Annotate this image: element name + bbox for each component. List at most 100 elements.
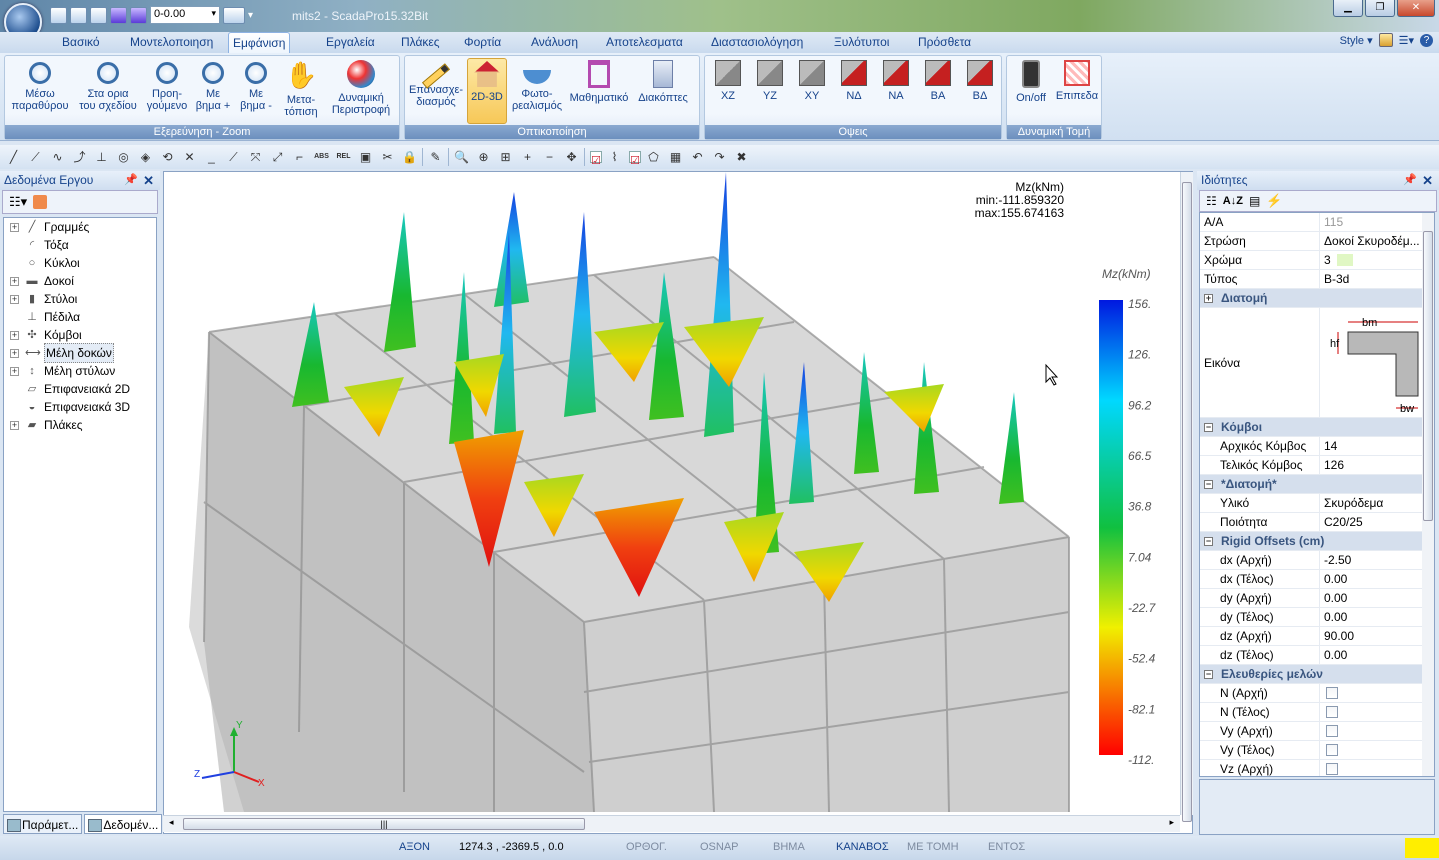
spline-icon[interactable]: ∿ <box>48 148 67 167</box>
diamond-icon[interactable]: ◈ <box>136 148 155 167</box>
property-row[interactable]: Ποιότητα C20/25 <box>1200 513 1434 532</box>
tree-item[interactable]: ▱ Επιφανειακά 2D <box>4 380 156 398</box>
zoom-previous-button[interactable]: Προη-γούμενο <box>143 58 191 124</box>
property-row[interactable]: dy (Τέλος) 0.00 <box>1200 608 1434 627</box>
tab-9[interactable]: Ξυλότυποι <box>830 32 893 53</box>
property-value[interactable] <box>1320 684 1434 702</box>
property-row[interactable]: Vz (Αρχή) <box>1200 760 1434 776</box>
property-category[interactable]: − Rigid Offsets (cm) <box>1200 532 1434 551</box>
redraw-pencil-button[interactable]: Επανασχε-διασμός <box>407 58 465 124</box>
view-4-button[interactable]: ΝΑ <box>877 58 915 124</box>
category-toggle-icon[interactable]: − <box>1204 669 1213 679</box>
ABS-icon[interactable]: ABS <box>312 148 331 167</box>
properties-scroll-thumb[interactable] <box>1423 231 1433 521</box>
property-value[interactable]: 14 <box>1320 437 1434 455</box>
release-checkbox[interactable] <box>1326 725 1338 737</box>
refresh-icon[interactable] <box>33 195 48 209</box>
horizontal-scroll-thumb[interactable]: ||| <box>183 818 585 830</box>
scale-icon[interactable]: ⤢ <box>268 148 287 167</box>
house-3d-button[interactable]: 2D-3D <box>467 58 507 124</box>
math-model-button[interactable]: Μαθηματικό <box>567 58 631 124</box>
zoom-in-button[interactable]: Με βημα + <box>193 58 233 124</box>
category-toggle-icon[interactable]: + <box>1204 293 1213 303</box>
style-menu[interactable]: Style ▾ <box>1340 34 1373 47</box>
snap-corner-icon[interactable]: ⌐ <box>290 148 309 167</box>
vertical-scroll-thumb[interactable] <box>1182 182 1192 822</box>
zoom-plus-icon[interactable]: ⊕ <box>474 148 493 167</box>
eye-icon[interactable] <box>223 6 245 24</box>
property-category[interactable]: − Ελευθερίες μελών <box>1200 665 1434 684</box>
undo-icon[interactable]: ↶ <box>688 148 707 167</box>
lock-icon[interactable] <box>1378 33 1393 47</box>
zoom-in-icon[interactable]: + <box>518 148 537 167</box>
tab-2[interactable]: Εμφάνιση <box>228 32 291 53</box>
lock-icon[interactable]: 🔒 <box>400 148 419 167</box>
zoom-out-icon[interactable]: − <box>540 148 559 167</box>
tree-item[interactable]: + ▮ Στύλοι <box>4 290 156 308</box>
property-row[interactable]: Υλικό Σκυρόδεμα <box>1200 494 1434 513</box>
property-category[interactable]: + Διατομή <box>1200 289 1434 308</box>
category-toggle-icon[interactable]: − <box>1204 536 1213 546</box>
property-value[interactable] <box>1320 722 1434 740</box>
check-icon[interactable]: ☑ <box>590 151 602 167</box>
property-value[interactable] <box>1320 760 1434 776</box>
property-row[interactable]: Στρώση Δοκοί Σκυροδέμ... <box>1200 232 1434 251</box>
property-row[interactable]: dy (Αρχή) 0.00 <box>1200 589 1434 608</box>
tree-item[interactable]: + ⟷ Μέλη δοκών <box>4 343 156 363</box>
list-icon[interactable]: ☰▾ <box>1399 34 1414 47</box>
tab-1[interactable]: Μοντελοποιηση <box>126 32 217 53</box>
property-value[interactable]: 115 <box>1320 213 1434 231</box>
pencil-line-icon[interactable]: ⟋ <box>224 148 243 167</box>
close-icon[interactable]: ✕ <box>1397 0 1435 17</box>
sort-az-icon[interactable]: A↓Z <box>1223 195 1243 207</box>
tree-item[interactable]: + ↕ Μέλη στύλων <box>4 362 156 380</box>
up-arrow-icon[interactable] <box>110 6 127 24</box>
status-grid[interactable]: ΚΑΝΑΒΟΣ <box>836 841 889 853</box>
mirror-icon[interactable]: ⤧ <box>246 148 265 167</box>
redo-icon[interactable]: ↷ <box>710 148 729 167</box>
print-icon[interactable] <box>50 6 67 24</box>
property-value[interactable]: 0.00 <box>1320 646 1434 664</box>
release-checkbox[interactable] <box>1326 763 1338 775</box>
categorized-icon[interactable]: ☷ <box>1206 194 1217 208</box>
expand-icon[interactable]: + <box>10 294 19 304</box>
zoom-extents-button[interactable]: Στα ορια του σχεδίου <box>75 58 141 124</box>
close-icon[interactable]: ✖ <box>732 148 751 167</box>
qat-dropdown-icon[interactable]: ▾ <box>248 10 253 21</box>
viewport-horizontal-scrollbar[interactable]: ◂ ||| ▸ <box>163 815 1180 832</box>
property-value[interactable]: 0.00 <box>1320 589 1434 607</box>
expand-icon[interactable]: + <box>10 348 19 358</box>
view-5-button[interactable]: ΒΑ <box>919 58 957 124</box>
cross-icon[interactable]: ✕ <box>180 148 199 167</box>
tree-item[interactable]: ○ Κύκλοι <box>4 254 156 272</box>
pan-icon[interactable]: ✥ <box>562 148 581 167</box>
line-icon[interactable]: ╱ <box>4 148 23 167</box>
tab-4[interactable]: Πλάκες <box>397 32 444 53</box>
property-category[interactable]: − Κόμβοι <box>1200 418 1434 437</box>
property-value[interactable]: 90.00 <box>1320 627 1434 645</box>
view-2-button[interactable]: XY <box>793 58 831 124</box>
globe-icon[interactable] <box>90 6 107 24</box>
pin-icon[interactable]: 📌 <box>124 171 138 190</box>
property-pages-icon[interactable]: ▤ <box>1249 194 1260 208</box>
tree-item[interactable]: + ✣ Κόμβοι <box>4 326 156 344</box>
category-toggle-icon[interactable]: − <box>1204 479 1213 489</box>
property-value[interactable]: 3 <box>1320 251 1434 269</box>
property-value[interactable]: 0.00 <box>1320 608 1434 626</box>
property-value[interactable] <box>1320 741 1434 759</box>
property-row[interactable]: dz (Αρχή) 90.00 <box>1200 627 1434 646</box>
model-render[interactable]: Mz(kNm) min:-111.859320 max:155.674163 M… <box>164 172 1180 816</box>
expand-icon[interactable]: + <box>10 222 19 232</box>
pan-hand-button[interactable]: ✋ Μετα-τόπιση <box>280 58 322 124</box>
view-3-button[interactable]: ΝΔ <box>835 58 873 124</box>
property-category[interactable]: − *Διατομή* <box>1200 475 1434 494</box>
close-panel-icon[interactable]: ✕ <box>143 171 154 190</box>
tab-3[interactable]: Εργαλεία <box>322 32 379 53</box>
minimize-icon[interactable]: ▁ <box>1333 0 1363 17</box>
switches-button[interactable]: Διακόπτες <box>633 58 693 124</box>
property-value[interactable]: 126 <box>1320 456 1434 474</box>
property-value[interactable]: C20/25 <box>1320 513 1434 531</box>
circle-icon[interactable]: ◎ <box>114 148 133 167</box>
property-row[interactable]: Αρχικός Κόμβος 14 <box>1200 437 1434 456</box>
tab-parameters[interactable]: Παράμετ... <box>3 814 83 834</box>
